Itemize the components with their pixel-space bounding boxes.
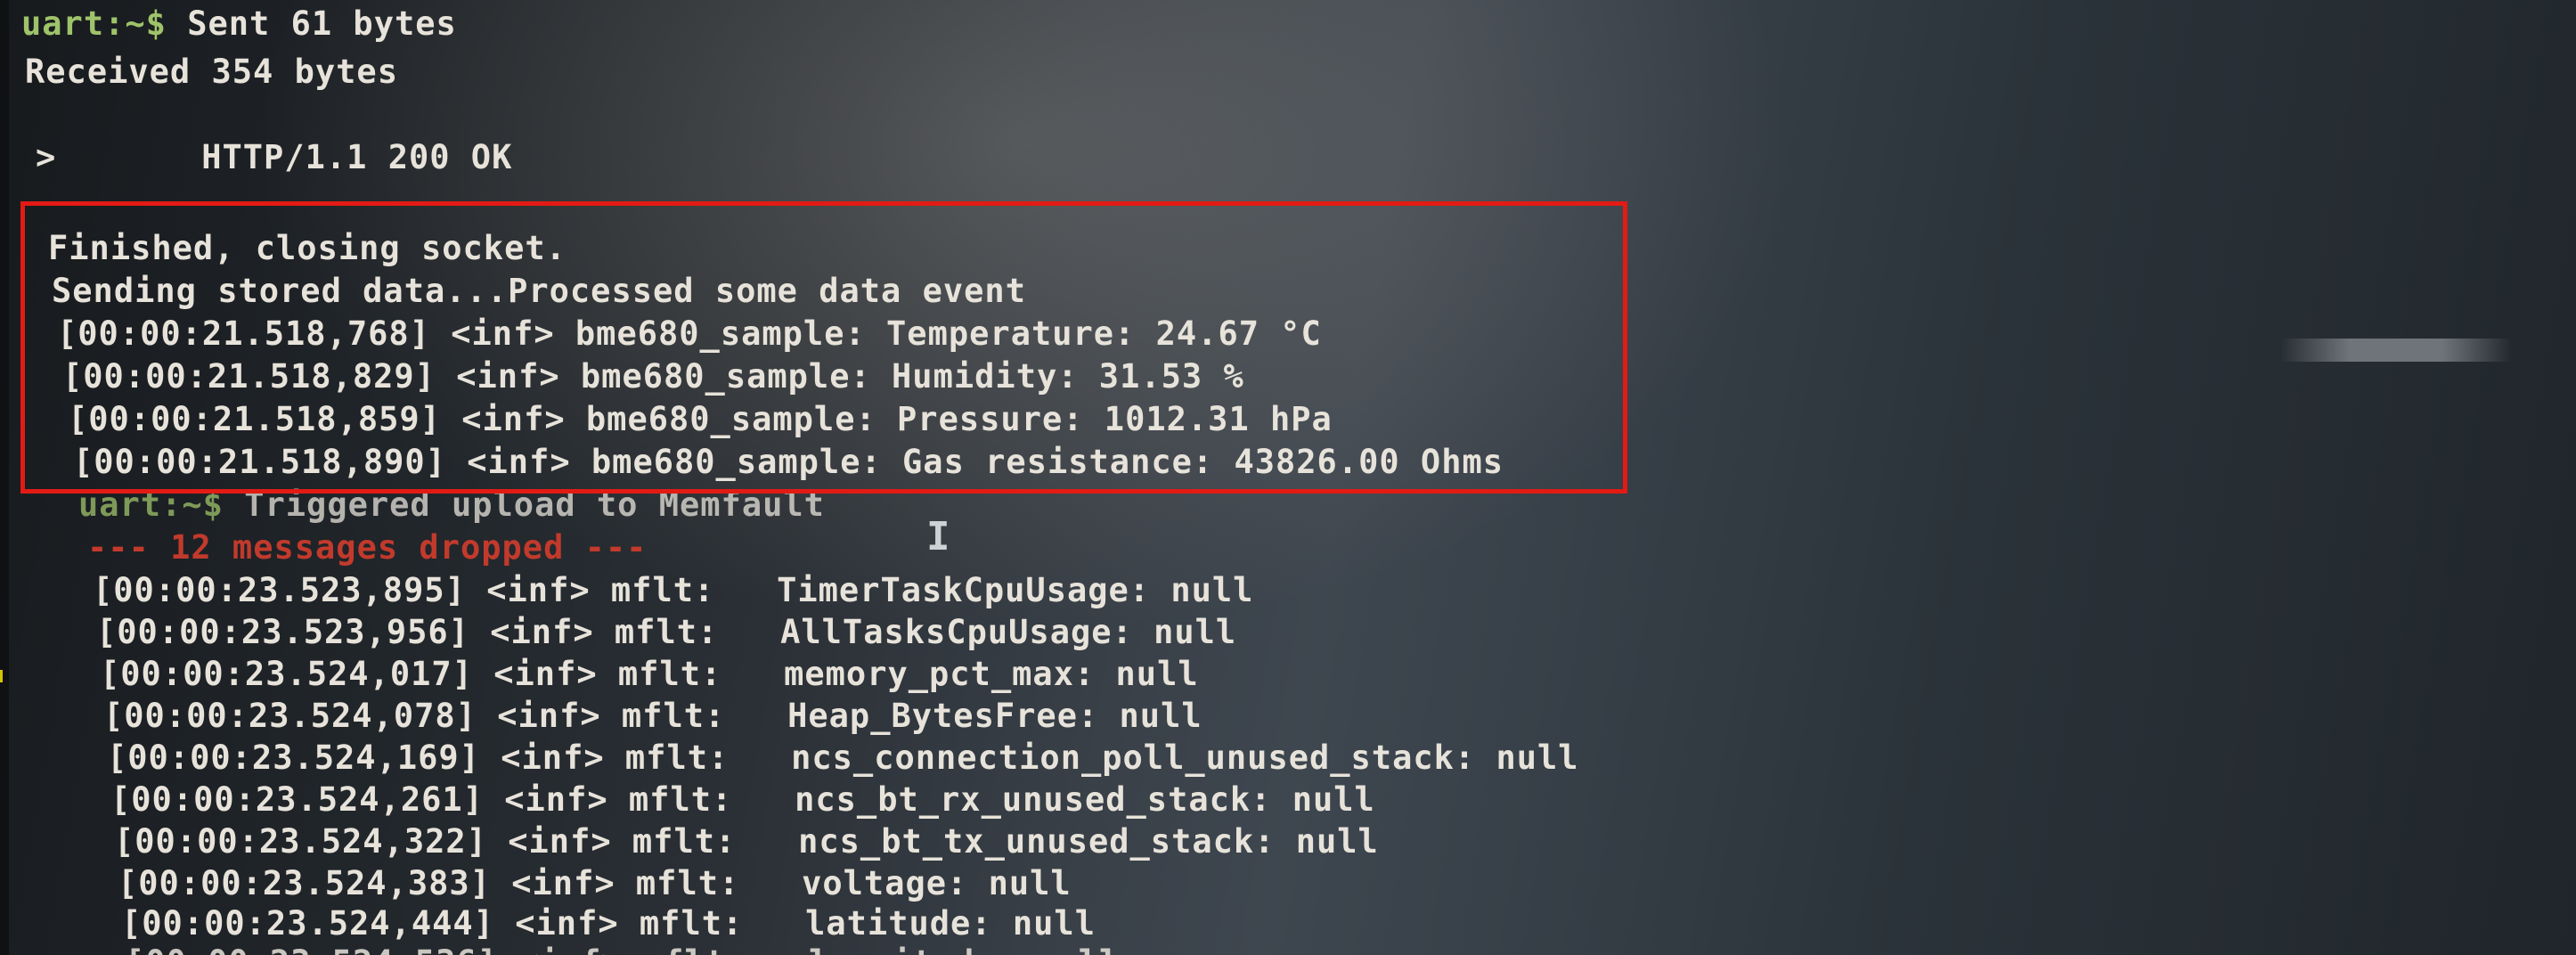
terminal-line-mflt: [00:00:23.524,169] <inf> mflt: ncs_conne… bbox=[107, 739, 1579, 777]
terminal-line-mflt: [00:00:23.524,322] <inf> mflt: ncs_bt_tx… bbox=[114, 822, 1379, 861]
highlight-box bbox=[20, 201, 1627, 494]
terminal-line-mflt: [00:00:23.524,383] <inf> mflt: voltage: … bbox=[118, 864, 1072, 902]
shell-prompt: uart:~$ bbox=[21, 4, 167, 43]
terminal-line-http-status: > HTTP/1.1 200 OK bbox=[36, 138, 513, 176]
photo-of-screen: uart:~$ Sent 61 bytes Received 354 bytes… bbox=[0, 0, 2576, 955]
terminal-line-received: Received 354 bytes bbox=[25, 53, 398, 91]
terminal-line-sent: uart:~$ Sent 61 bytes bbox=[21, 4, 457, 45]
terminal-line-mflt: [00:00:23.523,895] <inf> mflt: TimerTask… bbox=[93, 571, 1254, 609]
terminal-line-mflt: [00:00:23.524,078] <inf> mflt: Heap_Byte… bbox=[103, 697, 1202, 735]
sent-bytes-text: Sent 61 bytes bbox=[166, 4, 457, 43]
terminal-line-messages-dropped: --- 12 messages dropped --- bbox=[87, 528, 648, 567]
terminal-line-mflt: [00:00:23.524,261] <inf> mflt: ncs_bt_rx… bbox=[110, 780, 1375, 819]
terminal-line-mflt: [00:00:23.524,444] <inf> mflt: latitude:… bbox=[121, 904, 1096, 943]
terminal-line-mflt: [00:00:23.523,956] <inf> mflt: AllTasksC… bbox=[96, 613, 1237, 651]
text-cursor-icon: I bbox=[926, 514, 951, 559]
terminal-line-mflt: [00:00:23.524,017] <inf> mflt: memory_pc… bbox=[100, 655, 1199, 693]
terminal-line-mflt: [00:00:23.524,536] <inf> mflt: longitude… bbox=[125, 943, 1120, 955]
uart-terminal[interactable]: uart:~$ Sent 61 bytes Received 354 bytes… bbox=[0, 0, 2576, 955]
